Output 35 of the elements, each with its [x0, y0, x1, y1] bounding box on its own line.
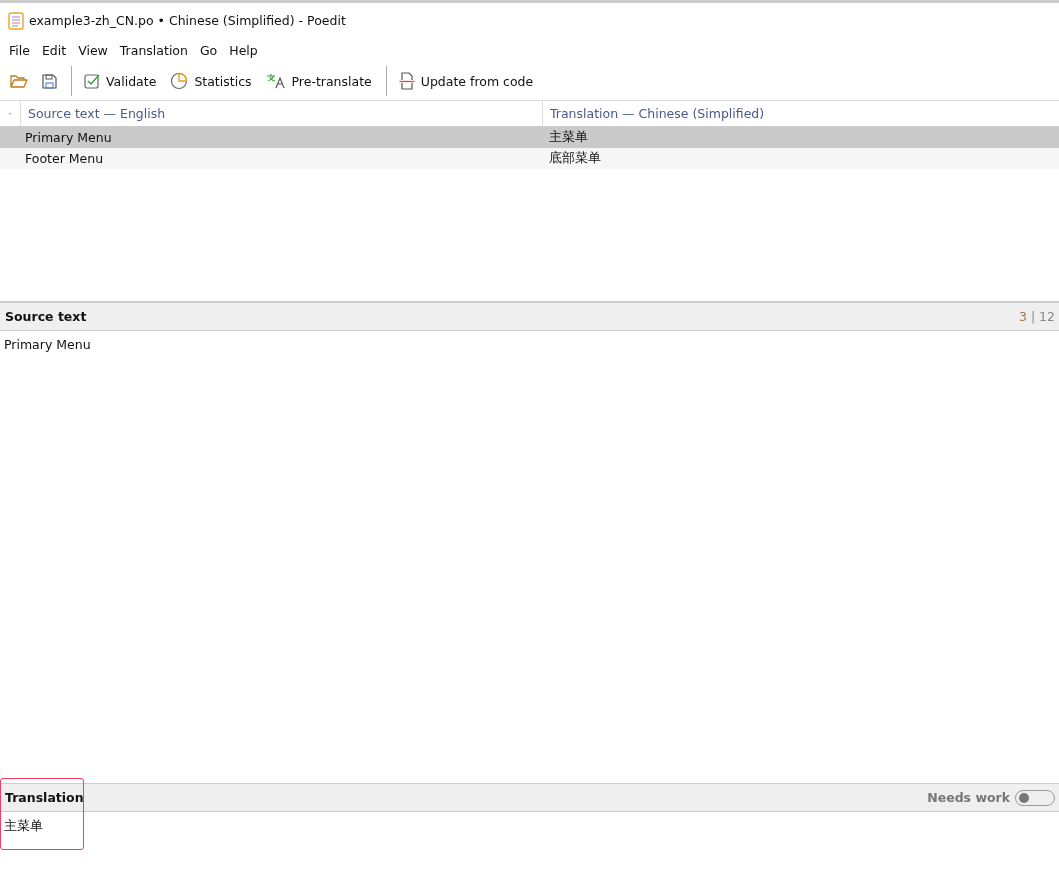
- table-cell-text: Footer Menu: [24, 151, 105, 166]
- translate-button[interactable]: Pre-translate: [259, 69, 378, 93]
- entry-counter: 12: [1039, 309, 1055, 324]
- window-title: example3-zh_CN.po • Chinese (Simplified) - Poedit: [29, 13, 346, 28]
- column-header: ·: [0, 101, 21, 126]
- column-header[interactable]: Source text — English: [21, 101, 543, 126]
- checkbox-tick-button[interactable]: Validate: [78, 69, 163, 93]
- table-row[interactable]: Footer Menu 底部菜单: [0, 148, 1059, 169]
- panel-title: Source text: [5, 309, 87, 324]
- document-icon: [398, 72, 415, 90]
- panel-title: Translation: [5, 790, 84, 805]
- translate-icon: [265, 73, 286, 89]
- menu-item[interactable]: Go: [193, 42, 224, 58]
- table-cell-text: 主菜单: [548, 129, 588, 146]
- toggle-label: Needs work: [927, 790, 1010, 805]
- translation-text: 主菜单: [4, 818, 43, 833]
- source-text: Primary Menu: [4, 337, 91, 352]
- menu-item[interactable]: Edit: [35, 42, 73, 58]
- column-header[interactable]: Translation — Chinese (Simplified): [543, 101, 765, 126]
- entry-counter: 3: [1018, 309, 1027, 324]
- menu-item[interactable]: File: [3, 42, 36, 58]
- folder-icon: [10, 74, 28, 88]
- document-button[interactable]: Update from code: [392, 68, 540, 94]
- pie-chart-button[interactable]: Statistics: [164, 68, 258, 94]
- checkbox-tick-icon: [84, 73, 100, 89]
- pie-chart-icon: [170, 72, 189, 90]
- save-icon: [42, 73, 57, 89]
- table-row[interactable]: Primary Menu 主菜单: [0, 127, 1059, 148]
- menu-item[interactable]: Help: [223, 42, 264, 58]
- menu-item[interactable]: Translation: [113, 42, 194, 58]
- table-cell-text: Primary Menu: [24, 130, 113, 145]
- table-cell-text: 底部菜单: [548, 150, 601, 167]
- counter-separator: |: [1030, 309, 1036, 324]
- menu-item[interactable]: View: [72, 42, 114, 58]
- document-icon: [8, 11, 24, 30]
